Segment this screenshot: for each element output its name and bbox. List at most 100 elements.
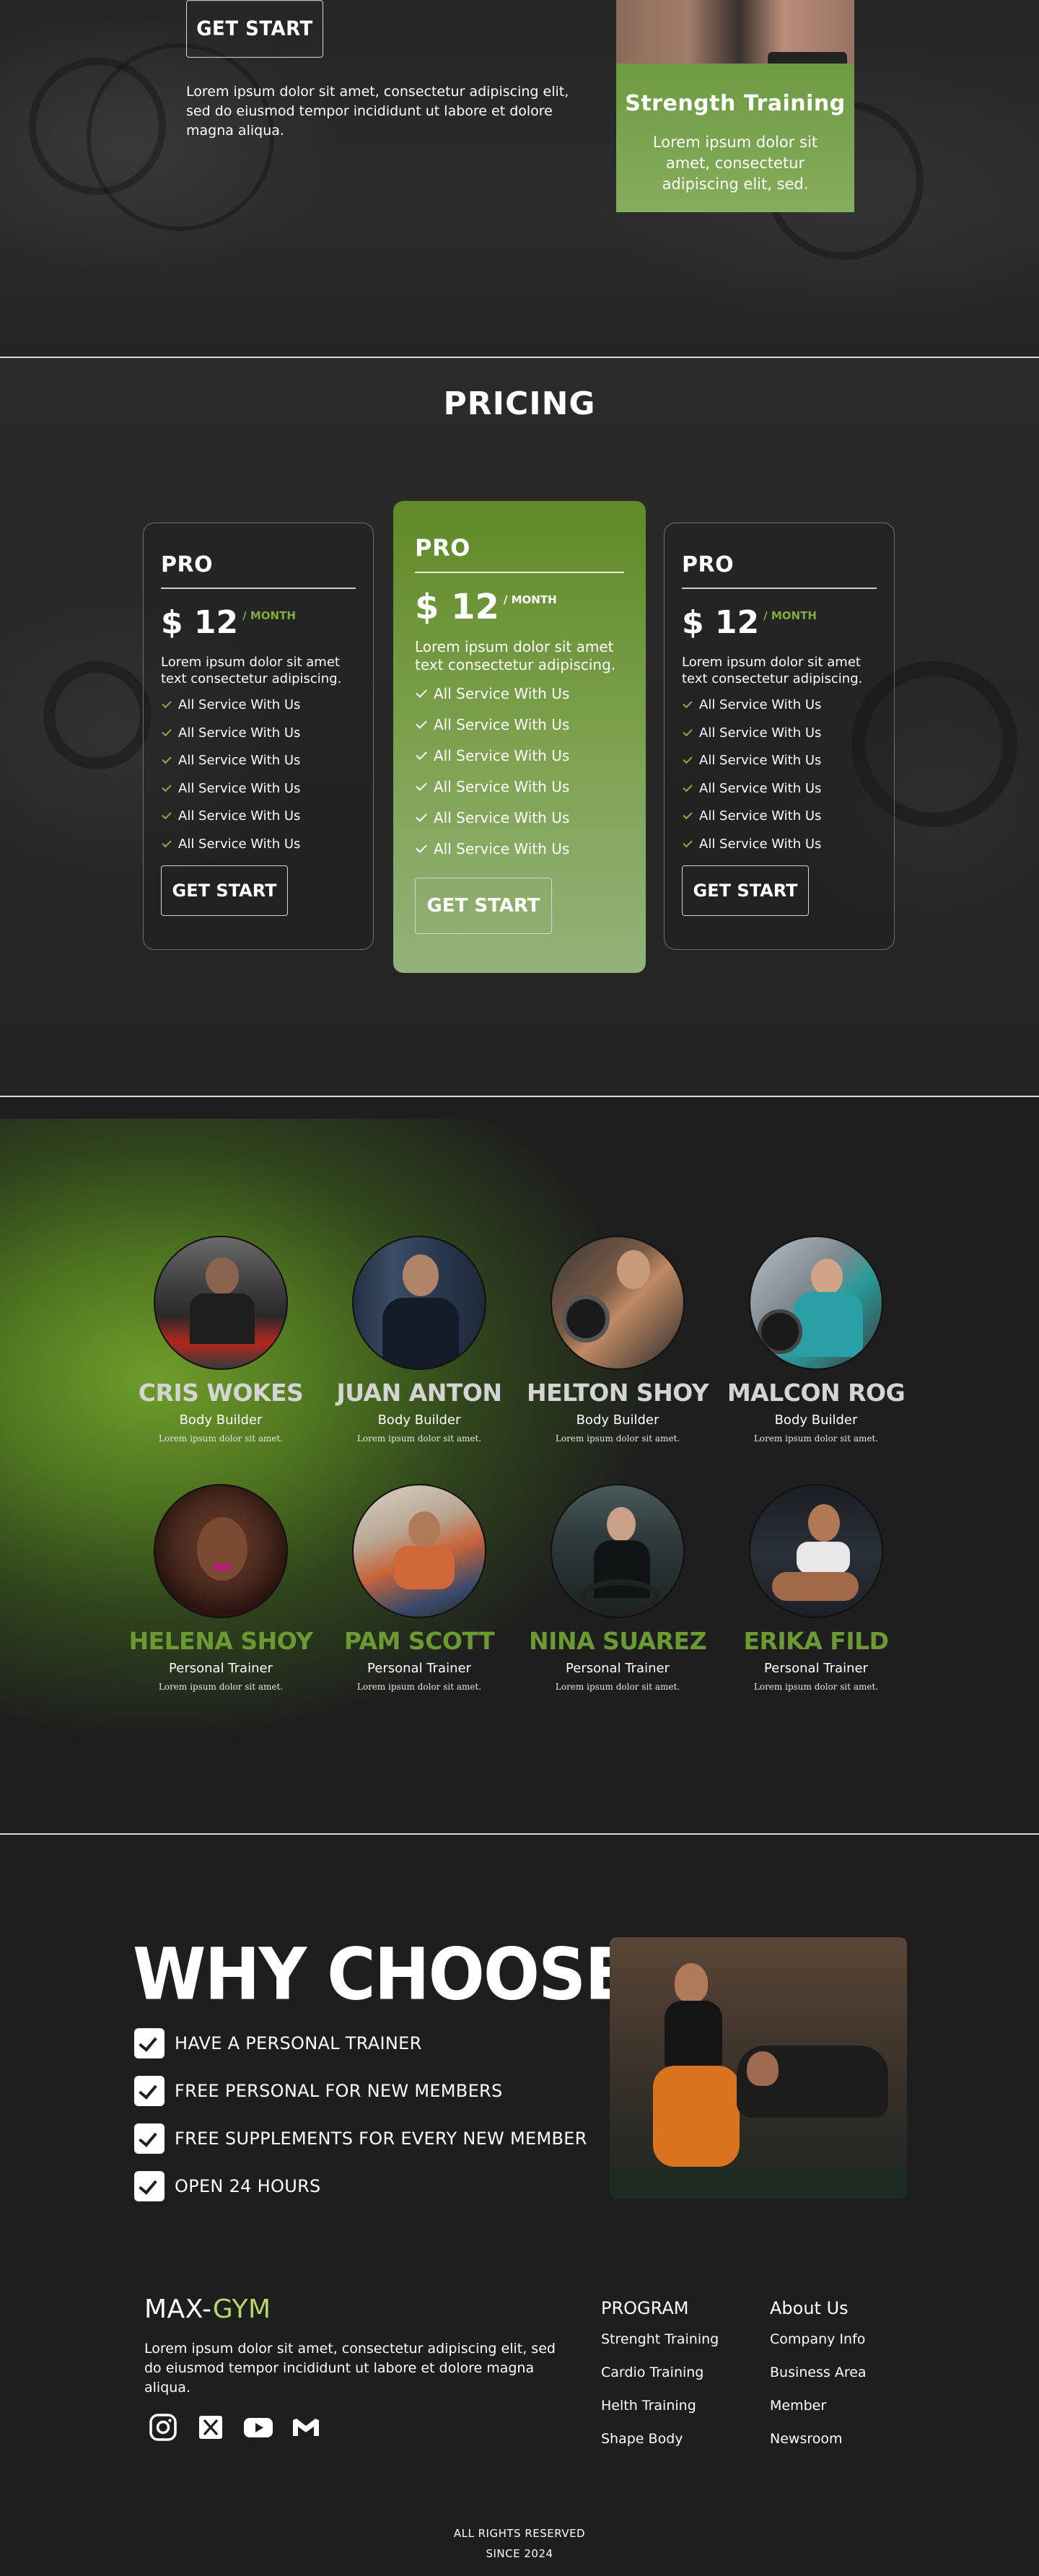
benefit-label: HAVE A PERSONAL TRAINER (175, 2033, 422, 2053)
instagram-icon[interactable] (147, 2411, 179, 2443)
plan-feature-label: All Service With Us (434, 840, 570, 857)
plan-feature: All Service With Us (415, 710, 624, 741)
hero-section: GET START Lorem ipsum dolor sit amet, co… (0, 0, 1039, 357)
member-bio: Lorem ipsum dolor sit amet. (356, 1682, 482, 1692)
footer-link[interactable]: Helth Training (601, 2396, 719, 2429)
plan-feature-list: All Service With Us All Service With Us … (415, 678, 624, 865)
benefit-item: FREE SUPPLEMENTS FOR EVERY NEW MEMBER (134, 2115, 587, 2162)
plan-feature-label: All Service With Us (178, 697, 301, 713)
copyright-since: SINCE 2024 (486, 2547, 553, 2560)
footer-program-heading: PROGRAM (601, 2298, 689, 2318)
team-member-card[interactable]: HELENA SHOY Personal Trainer Lorem ipsum… (127, 1484, 315, 1692)
avatar (154, 1484, 288, 1618)
plan-feature: All Service With Us (161, 747, 356, 775)
check-icon (683, 726, 693, 736)
plan-name: PRO (415, 534, 470, 562)
trainer-photo (610, 1937, 907, 2199)
plan-feature-label: All Service With Us (699, 836, 822, 852)
member-bio: Lorem ipsum dolor sit amet. (158, 1433, 284, 1444)
footer-link[interactable]: Business Area (770, 2363, 867, 2396)
check-icon (683, 837, 693, 847)
footer-program-column: PROGRAM Strenght Training Cardio Trainin… (601, 2298, 719, 2463)
plan-get-start-button[interactable]: GET START (415, 877, 552, 934)
avatar (352, 1236, 486, 1370)
check-icon (162, 837, 172, 847)
member-name: HELTON SHOY (526, 1379, 709, 1407)
logo[interactable]: MAX-GYM (144, 2295, 271, 2324)
strength-training-photo (616, 0, 854, 64)
team-member-card[interactable]: NINA SUAREZ Personal Trainer Lorem ipsum… (524, 1484, 711, 1692)
team-member-card[interactable]: ERIKA FILD Personal Trainer Lorem ipsum … (722, 1484, 910, 1692)
hero-background (0, 0, 1039, 357)
hero-get-start-button[interactable]: GET START (186, 0, 323, 58)
member-bio: Lorem ipsum dolor sit amet. (753, 1682, 879, 1692)
check-icon (162, 782, 172, 792)
plan-feature-label: All Service With Us (699, 753, 822, 769)
checkbox-checked-icon (134, 2171, 165, 2201)
footer-link[interactable]: Newsroom (770, 2429, 867, 2463)
team-member-card[interactable]: CRIS WOKES Body Builder Lorem ipsum dolo… (127, 1236, 315, 1444)
footer-link[interactable]: Shape Body (601, 2429, 719, 2463)
footer-link[interactable]: Company Info (770, 2330, 867, 2363)
pricing-plan-card-featured: PRO $ 12 / MONTH Lorem ipsum dolor sit a… (393, 501, 646, 973)
member-role: Body Builder (774, 1413, 858, 1428)
avatar (352, 1484, 486, 1618)
plan-description: Lorem ipsum dolor sit amet text consecte… (161, 654, 342, 686)
check-icon (683, 782, 693, 792)
plan-feature-list: All Service With Us All Service With Us … (161, 691, 356, 858)
youtube-icon[interactable] (242, 2411, 274, 2443)
check-icon (162, 810, 172, 820)
plan-price-period: / MONTH (503, 593, 557, 606)
avatar (154, 1236, 288, 1370)
check-icon (416, 717, 427, 729)
plan-feature-label: All Service With Us (434, 778, 570, 795)
gmail-icon[interactable] (290, 2411, 322, 2443)
checkbox-checked-icon (134, 2123, 165, 2154)
hero-text: Lorem ipsum dolor sit amet, consectetur … (186, 84, 569, 139)
check-icon (162, 699, 172, 709)
check-icon (416, 842, 427, 853)
pricing-plan-card: PRO $ 12 / MONTH Lorem ipsum dolor sit a… (143, 523, 374, 950)
check-icon (416, 686, 427, 698)
team-member-card[interactable]: PAM SCOTT Personal Trainer Lorem ipsum d… (325, 1484, 513, 1692)
footer-link[interactable]: Member (770, 2396, 867, 2429)
plan-name: PRO (682, 552, 735, 577)
plan-feature-label: All Service With Us (699, 808, 822, 824)
footer-link[interactable]: Strenght Training (601, 2330, 719, 2363)
plan-get-start-button[interactable]: GET START (161, 865, 288, 916)
member-role: Personal Trainer (169, 1661, 273, 1676)
benefit-item: OPEN 24 HOURS (134, 2162, 587, 2210)
plan-price-amount: $ 12 (682, 603, 760, 641)
plan-feature-label: All Service With Us (434, 716, 570, 733)
check-icon (683, 699, 693, 709)
team-member-card[interactable]: HELTON SHOY Body Builder Lorem ipsum dol… (524, 1236, 711, 1444)
plan-description: Lorem ipsum dolor sit amet text consecte… (415, 637, 616, 673)
member-role: Personal Trainer (764, 1661, 868, 1676)
team-member-card[interactable]: JUAN ANTON Body Builder Lorem ipsum dolo… (325, 1236, 513, 1444)
member-role: Body Builder (377, 1413, 461, 1428)
plan-feature-label: All Service With Us (699, 725, 822, 741)
plan-price-amount: $ 12 (415, 586, 499, 627)
pricing-section: PRICING PRO $ 12 / MONTH Lorem ipsum dol… (0, 358, 1039, 1096)
check-icon (416, 748, 427, 760)
plan-feature-list: All Service With Us All Service With Us … (682, 691, 877, 858)
team-member-card[interactable]: MALCON ROG Body Builder Lorem ipsum dolo… (722, 1236, 910, 1444)
plan-feature-label: All Service With Us (699, 780, 822, 796)
plan-feature-label: All Service With Us (178, 753, 301, 769)
check-icon (683, 754, 693, 764)
member-bio: Lorem ipsum dolor sit amet. (555, 1682, 680, 1692)
logo-accent-text: GYM (212, 2295, 271, 2324)
benefit-label: OPEN 24 HOURS (175, 2176, 321, 2196)
footer-link[interactable]: Cardio Training (601, 2363, 719, 2396)
plan-price-amount: $ 12 (161, 603, 239, 641)
strength-training-card[interactable]: Strength Training Lorem ipsum dolor sit … (616, 0, 854, 212)
checkbox-checked-icon (134, 2028, 165, 2058)
plan-get-start-button[interactable]: GET START (682, 865, 809, 916)
footer: MAX-GYM Lorem ipsum dolor sit amet, cons… (0, 2240, 1039, 2576)
x-icon[interactable] (195, 2411, 227, 2443)
avatar (749, 1484, 883, 1618)
plan-feature: All Service With Us (161, 803, 356, 831)
plan-feature: All Service With Us (682, 803, 877, 831)
benefit-label: FREE SUPPLEMENTS FOR EVERY NEW MEMBER (175, 2129, 587, 2149)
benefit-item: HAVE A PERSONAL TRAINER (134, 2020, 587, 2067)
